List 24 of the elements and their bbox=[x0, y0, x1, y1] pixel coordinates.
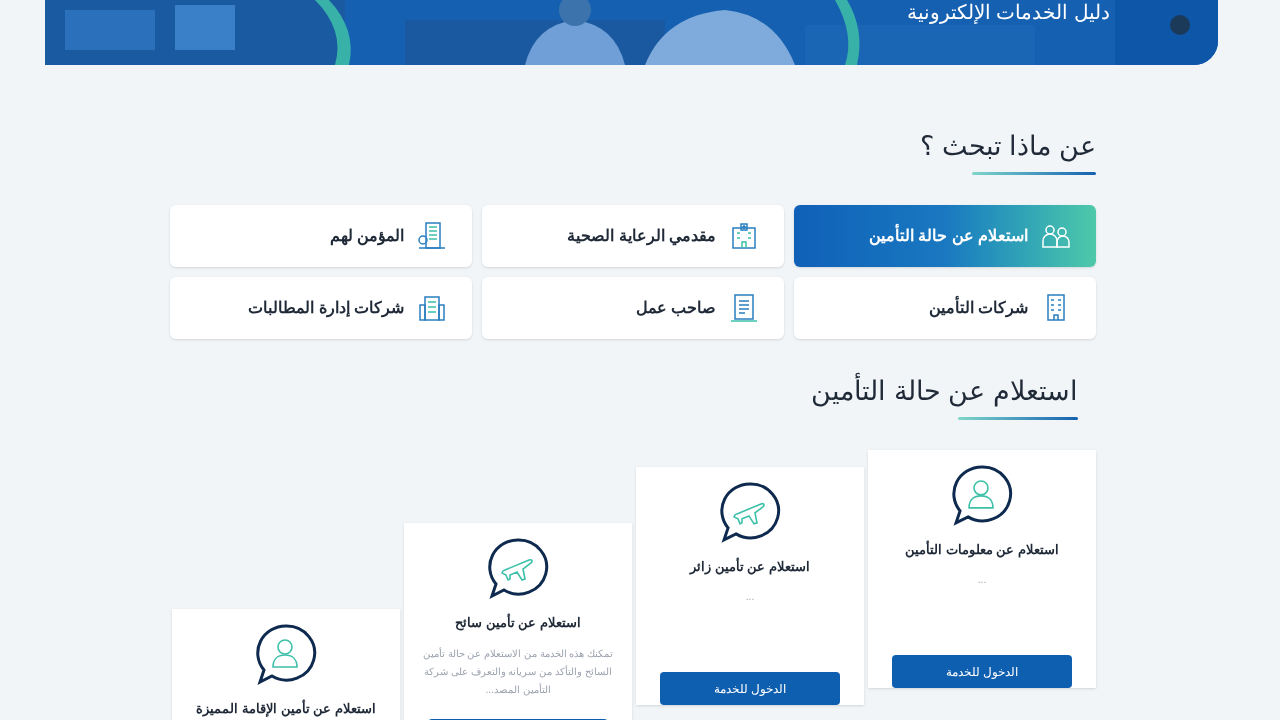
category-tile[interactable]: مقدمي الرعاية الصحية bbox=[482, 205, 784, 267]
document-icon bbox=[728, 292, 760, 324]
category-tile[interactable]: صاحب عمل bbox=[482, 277, 784, 339]
category-tile[interactable]: شركات التأمين bbox=[794, 277, 1096, 339]
card-title: استعلام عن تأمين زائر bbox=[690, 556, 810, 577]
section-heading: عن ماذا تبحث ؟ bbox=[920, 130, 1096, 164]
category-tile[interactable]: شركات إدارة المطالبات bbox=[170, 277, 472, 339]
card-title: استعلام عن تأمين الإقامة المميزة bbox=[196, 699, 376, 719]
category-tile[interactable]: استعلام عن حالة التأمين bbox=[794, 205, 1096, 267]
chat-bubble-person-icon bbox=[255, 623, 317, 685]
card-description: تمكنك هذه الخدمة من الاستعلام عن حالة تأمين السائح والتأكد من سريانه والتعرف على شركة التأمين المصد... bbox=[421, 646, 615, 698]
card-title: استعلام عن معلومات التأمين bbox=[905, 539, 1059, 560]
city-icon bbox=[416, 220, 448, 252]
chat-bubble-plane-icon bbox=[719, 481, 781, 543]
chat-bubble-person-icon bbox=[951, 464, 1013, 526]
card-title: استعلام عن تأمين سائح bbox=[455, 613, 581, 633]
enter-service-button[interactable]: الدخول للخدمة bbox=[660, 672, 840, 705]
category-tile[interactable]: المؤمن لهم bbox=[170, 205, 472, 267]
card-description: ... bbox=[977, 573, 987, 588]
enter-service-button[interactable]: الدخول للخدمة bbox=[892, 655, 1072, 688]
card-description: ... bbox=[745, 590, 755, 605]
section-heading: استعلام عن حالة التأمين bbox=[811, 373, 1078, 409]
banner-title: دليل الخدمات الإلكترونية bbox=[906, 0, 1110, 24]
chat-bubble-plane-icon bbox=[487, 537, 549, 599]
